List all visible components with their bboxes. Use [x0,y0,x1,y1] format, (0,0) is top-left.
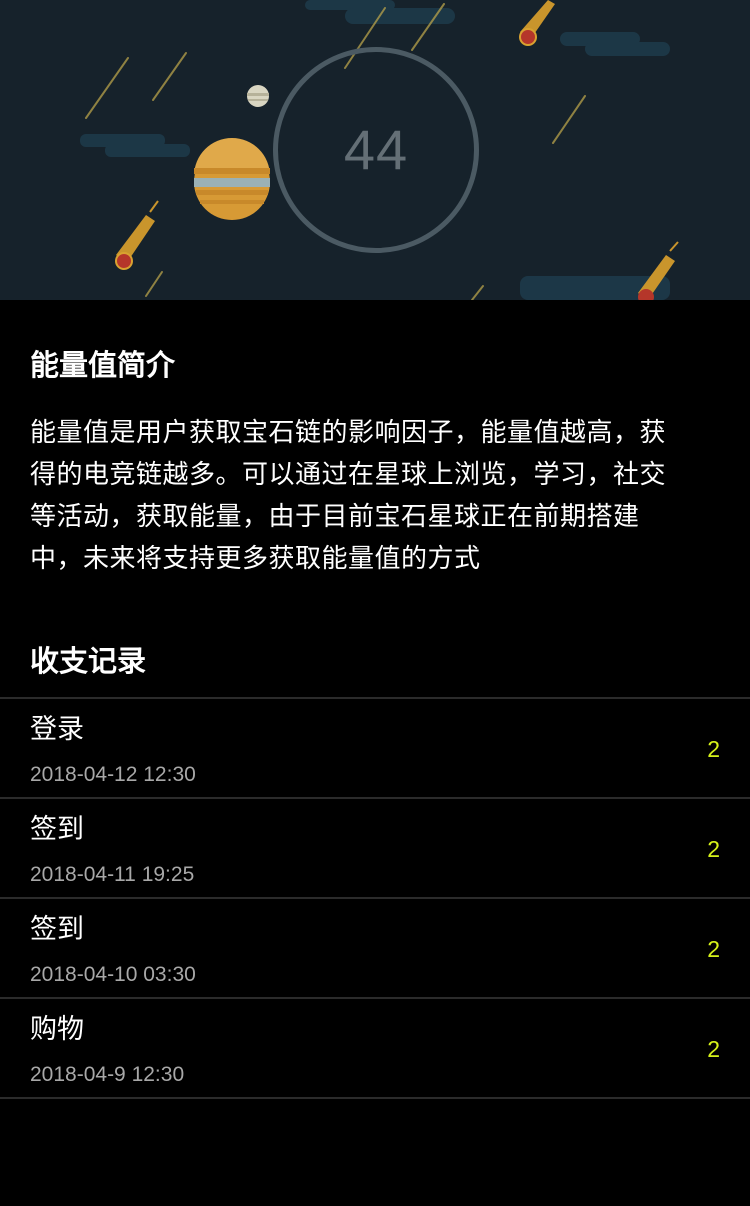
energy-value: 44 [343,118,409,181]
energy-intro-title: 能量值简介 [30,348,176,382]
records-title: 收支记录 [30,644,147,678]
energy-intro-text: 能量值是用户获取宝石链的影响因子，能量值越高，获 得的电竞链越多。可以通过在星球… [30,412,720,580]
record-amount: 2 [707,836,720,862]
meteor-icon [519,0,555,46]
record-row[interactable]: 登录 2018-04-12 12:30 2 [0,697,750,797]
record-time: 2018-04-11 19:25 [30,863,195,886]
intro-line: 中，未来将支持更多获取能量值的方式 [30,544,481,574]
record-amount: 2 [707,736,720,762]
intro-line: 能量值是用户获取宝石链的影响因子，能量值越高，获 [30,418,667,448]
record-time: 2018-04-9 12:30 [30,1063,185,1086]
record-name: 签到 [30,814,84,845]
record-amount: 2 [707,936,720,962]
records-list: 登录 2018-04-12 12:30 2 签到 2018-04-11 19:2… [0,697,750,1099]
energy-hero-banner: 44 [0,0,750,300]
record-name: 登录 [30,714,84,745]
record-name: 购物 [30,1014,84,1045]
intro-line: 得的电竞链越多。可以通过在星球上浏览，学习，社交 [30,460,667,490]
moon-icon [247,85,269,107]
planet-icon [194,138,270,220]
record-time: 2018-04-10 03:30 [30,963,196,986]
record-name: 签到 [30,914,84,945]
record-amount: 2 [707,1036,720,1062]
record-time: 2018-04-12 12:30 [30,763,196,786]
record-row[interactable]: 签到 2018-04-11 19:25 2 [0,797,750,897]
meteor-icon [115,200,159,270]
intro-line: 等活动，获取能量，由于目前宝石星球正在前期搭建 [30,502,640,532]
record-row[interactable]: 签到 2018-04-10 03:30 2 [0,897,750,997]
record-row[interactable]: 购物 2018-04-9 12:30 2 [0,997,750,1099]
